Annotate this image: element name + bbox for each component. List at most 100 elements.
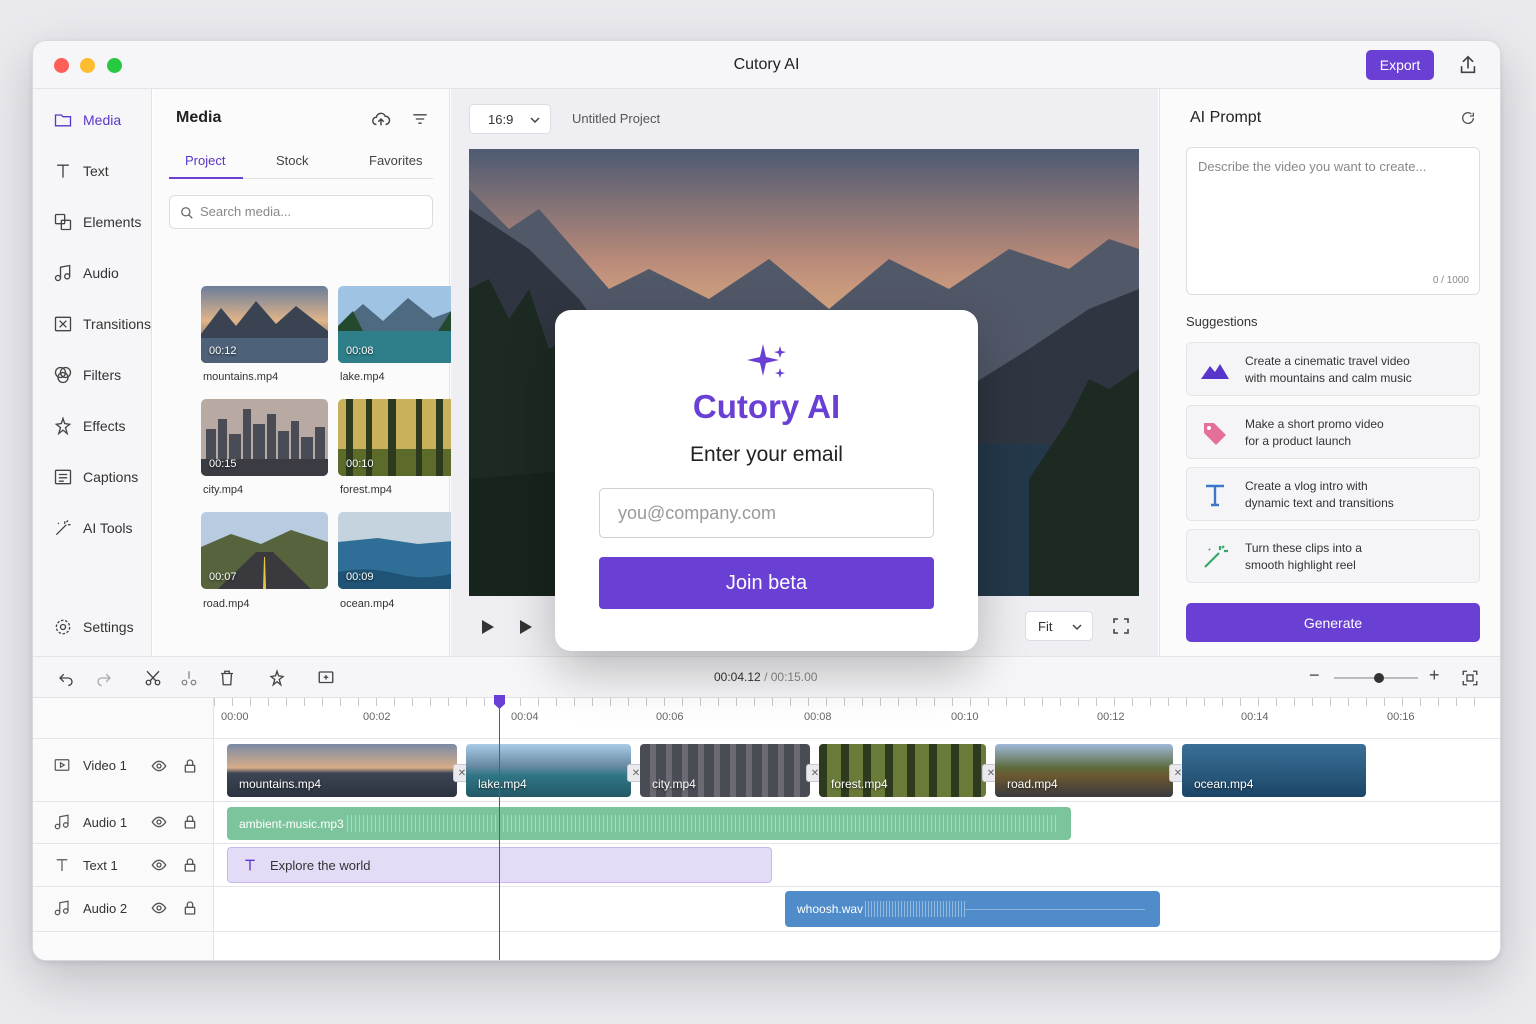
export-button[interactable]: Export	[1366, 50, 1434, 80]
video-clip-ocean[interactable]: ocean.mp4	[1182, 744, 1366, 797]
row-divider	[33, 931, 1500, 932]
media-name: city.mp4	[203, 484, 244, 496]
ruler-tick-label: 00:12	[1097, 711, 1125, 723]
upload-cloud-icon[interactable]	[370, 108, 392, 130]
eye-icon[interactable]	[151, 758, 167, 774]
video-clip-lake[interactable]: lake.mp4	[466, 744, 631, 797]
folder-icon	[54, 114, 72, 127]
video-clip-forest[interactable]: forest.mp4	[819, 744, 986, 797]
timeline-toolbar: 00:04.12 / 00:15.00 − +	[33, 656, 1500, 698]
generate-button[interactable]: Generate	[1186, 603, 1480, 642]
nav-item-elements[interactable]: Elements	[53, 210, 141, 234]
clip-name: road.mp4	[1007, 777, 1058, 791]
search-icon	[181, 207, 193, 219]
media-thumb-lake[interactable]: 00:08	[338, 286, 465, 363]
media-panel: Media Project Stock Favorites 00:12 moun…	[153, 89, 465, 656]
eye-icon[interactable]	[151, 900, 167, 916]
next-frame-icon[interactable]	[519, 619, 533, 635]
nav-item-filters[interactable]: Filters	[53, 363, 121, 387]
suggestion-card[interactable]: Create a cinematic travel video with mou…	[1186, 342, 1480, 396]
eye-icon[interactable]	[151, 857, 167, 873]
magic-wand-icon	[55, 520, 71, 536]
tab-stock[interactable]: Stock	[276, 153, 309, 168]
tag-icon	[1204, 423, 1226, 445]
play-icon[interactable]	[481, 619, 495, 635]
nav-item-audio[interactable]: Audio	[53, 261, 119, 285]
fullscreen-icon[interactable]	[1113, 618, 1129, 634]
nav-item-transitions[interactable]: Transitions	[53, 312, 151, 336]
chevron-down-icon	[1072, 624, 1082, 631]
audio-clip-ambient[interactable]: ambient-music.mp3	[227, 807, 1071, 840]
nav-item-settings[interactable]: Settings	[53, 615, 134, 639]
ruler-tick-label: 00:00	[221, 711, 249, 723]
time-separator: /	[764, 670, 768, 684]
lock-icon[interactable]	[182, 758, 198, 774]
tab-favorites[interactable]: Favorites	[369, 153, 422, 168]
caption-add-icon[interactable]	[317, 669, 335, 687]
lock-icon[interactable]	[182, 900, 198, 916]
duration-label: 00:10	[346, 458, 374, 470]
nav-label: Filters	[83, 367, 122, 383]
media-name: forest.mp4	[340, 484, 392, 496]
clip-name: city.mp4	[652, 777, 696, 791]
share-icon[interactable]	[1457, 54, 1479, 76]
join-beta-button[interactable]: Join beta	[599, 557, 934, 609]
mountain-icon	[1201, 364, 1229, 379]
media-thumb-forest[interactable]: 00:10	[338, 399, 465, 476]
refresh-icon[interactable]	[1460, 110, 1476, 126]
fit-select[interactable]: Fit	[1025, 611, 1093, 641]
playhead-handle[interactable]	[493, 694, 506, 710]
tab-project[interactable]: Project	[185, 153, 225, 168]
video-track-icon	[54, 759, 70, 771]
zoom-out-button[interactable]: −	[1309, 665, 1320, 686]
media-thumb-city[interactable]: 00:15	[201, 399, 328, 476]
sparkle-icon[interactable]	[268, 669, 286, 687]
video-clip-road[interactable]: road.mp4	[995, 744, 1173, 797]
video-clip-mountains[interactable]: mountains.mp4	[227, 744, 457, 797]
ruler-tick-label: 00:02	[363, 711, 391, 723]
zoom-slider-handle[interactable]	[1374, 673, 1384, 683]
zoom-in-button[interactable]: +	[1429, 665, 1440, 686]
nav-item-ai-tools[interactable]: AI Tools	[53, 516, 133, 540]
fit-timeline-icon[interactable]	[1461, 669, 1479, 687]
undo-icon[interactable]	[57, 669, 75, 687]
eye-icon[interactable]	[151, 814, 167, 830]
search-input[interactable]	[200, 204, 420, 219]
trash-icon[interactable]	[218, 669, 236, 687]
text-icon	[245, 859, 255, 871]
filter-icon[interactable]	[410, 109, 430, 129]
media-thumb-mountains[interactable]: 00:12	[201, 286, 328, 363]
suggestion-card[interactable]: Turn these clips into a smooth highlight…	[1186, 529, 1480, 583]
current-time: 00:04.12	[714, 670, 761, 684]
prompt-box: 0 / 1000	[1186, 147, 1480, 295]
timecode: 00:04.12 / 00:15.00	[714, 670, 817, 684]
audio-clip-whoosh[interactable]: whoosh.wav	[785, 891, 1160, 927]
prompt-input[interactable]	[1198, 159, 1468, 259]
media-thumb-ocean[interactable]: 00:09	[338, 512, 465, 589]
nav-item-text[interactable]: Text	[53, 159, 109, 183]
duration-label: 00:15	[209, 458, 237, 470]
suggestion-card[interactable]: Create a vlog intro with dynamic text an…	[1186, 467, 1480, 521]
playhead[interactable]	[499, 698, 500, 960]
media-search	[169, 195, 433, 229]
text-icon	[56, 859, 68, 871]
redo-icon[interactable]	[95, 669, 113, 687]
track-label-video-1: Video 1	[53, 756, 127, 774]
lock-icon[interactable]	[182, 857, 198, 873]
timeline: 00:00 00:02 00:04 00:06 00:08 00:10 00:1…	[33, 698, 1500, 960]
nav-item-media[interactable]: Media	[53, 108, 121, 132]
lock-icon[interactable]	[182, 814, 198, 830]
split-icon[interactable]	[180, 669, 198, 687]
aspect-ratio-select[interactable]: 16:9	[469, 104, 551, 134]
waveform	[865, 901, 965, 917]
suggestion-card[interactable]: Make a short promo video for a product l…	[1186, 405, 1480, 459]
track-label-audio-1: Audio 1	[53, 813, 127, 831]
email-input[interactable]	[599, 488, 934, 538]
media-thumb-road[interactable]: 00:07	[201, 512, 328, 589]
nav-item-effects[interactable]: Effects	[53, 414, 126, 438]
nav-item-captions[interactable]: Captions	[53, 465, 138, 489]
app-title: Cutory AI	[733, 56, 800, 73]
video-clip-city[interactable]: city.mp4	[640, 744, 810, 797]
cut-icon[interactable]	[144, 669, 162, 687]
row-divider	[33, 738, 1500, 739]
